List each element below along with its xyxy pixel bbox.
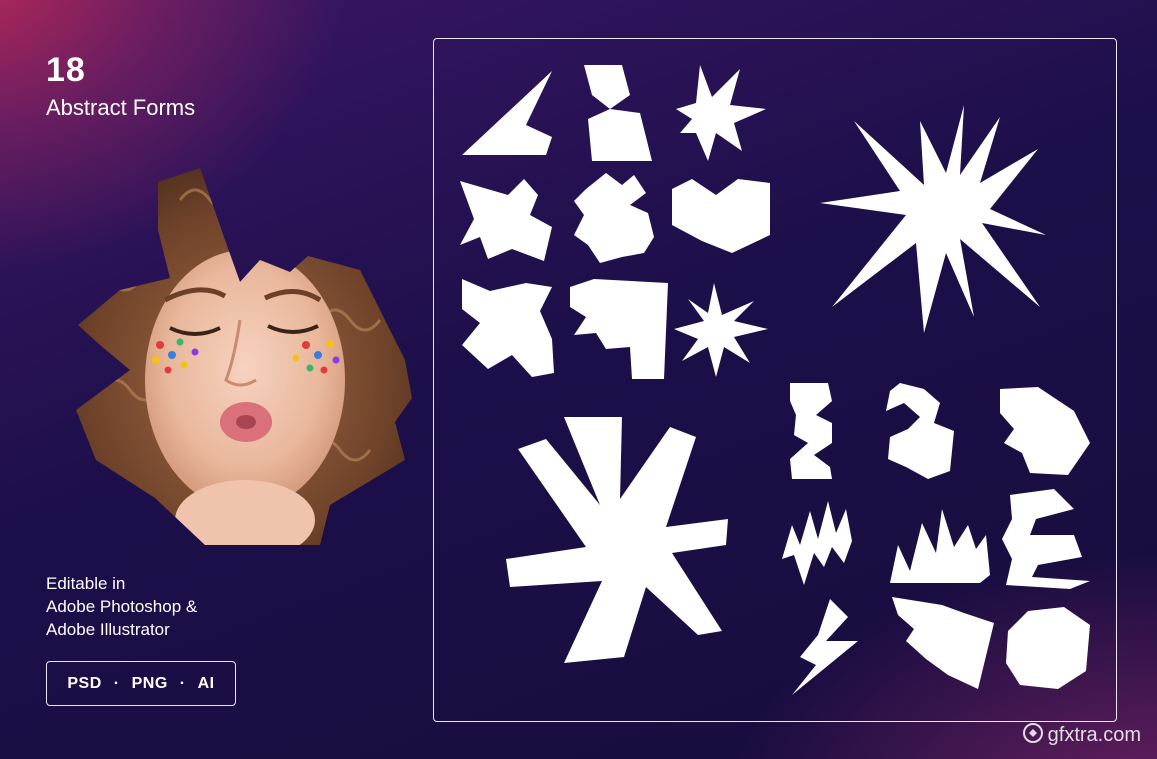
title-number: 18	[46, 51, 86, 89]
shape-bolt-block	[584, 65, 652, 161]
format-png: PNG	[131, 674, 168, 692]
shape-knot	[886, 383, 954, 479]
shape-octagon	[1006, 607, 1090, 689]
description-line: Adobe Photoshop &	[46, 597, 198, 616]
shape-x	[462, 279, 554, 377]
format-separator: ·	[179, 674, 186, 692]
title-block: 18 Abstract Forms	[46, 52, 195, 122]
shape-z	[790, 383, 832, 479]
watermark: gfxtra.com	[1022, 722, 1141, 747]
shape-hexagon	[1000, 387, 1090, 475]
shape-asterisk-large	[506, 417, 728, 663]
shape-bird	[460, 179, 552, 261]
description-line: Adobe Illustrator	[46, 620, 170, 639]
format-ai: AI	[197, 674, 215, 692]
format-psd: PSD	[67, 674, 102, 692]
shape-asterisk-small	[676, 65, 766, 161]
formats-badge: PSD · PNG · AI	[46, 661, 236, 706]
shape-arrow	[462, 71, 552, 155]
title-subtitle: Abstract Forms	[46, 95, 196, 120]
format-separator: ·	[113, 674, 120, 692]
watermark-logo-icon	[1022, 723, 1043, 743]
watermark-text: gfxtra.com	[1047, 724, 1141, 746]
masked-portrait-photo	[76, 168, 412, 545]
shape-bolt-small	[792, 599, 858, 695]
shape-l	[570, 279, 668, 379]
shape-stack	[574, 173, 654, 263]
shape-star-large	[820, 105, 1046, 333]
abstract-shapes	[460, 65, 1090, 695]
description-line: Editable in	[46, 574, 126, 593]
description: Editable in Adobe Photoshop & Adobe Illu…	[46, 572, 197, 641]
shape-wedge	[892, 597, 994, 689]
shape-zigzag-left	[782, 501, 852, 585]
shape-e	[1002, 489, 1090, 589]
shape-crown	[890, 509, 990, 583]
shapes-frame	[433, 38, 1117, 722]
shape-star-small	[674, 283, 768, 377]
shape-heart	[672, 179, 770, 253]
